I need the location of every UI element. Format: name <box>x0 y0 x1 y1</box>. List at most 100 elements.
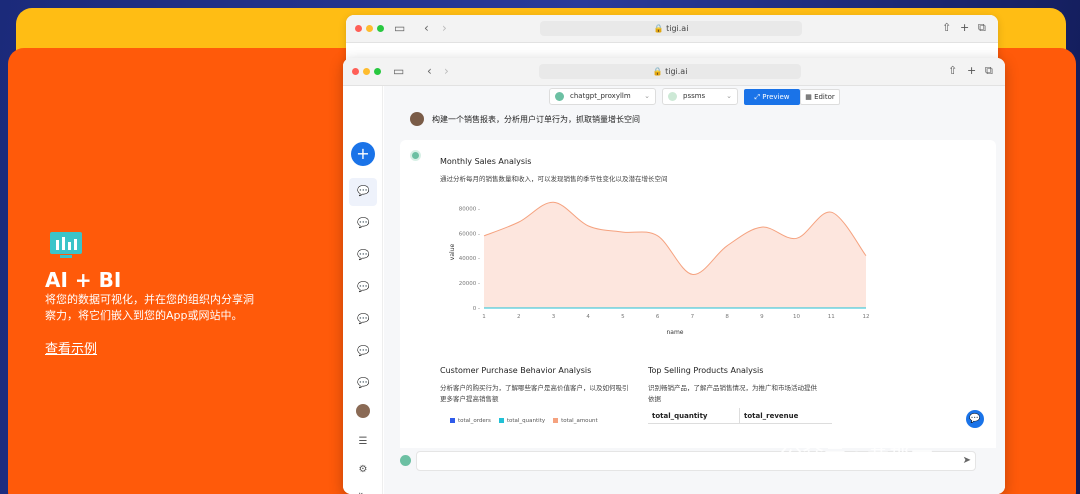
database-select-label: pssms <box>683 92 706 100</box>
x-tick-label: 10 <box>793 314 800 320</box>
menu-icon[interactable]: ☰ <box>357 436 369 448</box>
url-text: tigi.ai <box>665 67 688 76</box>
x-tick-label: 3 <box>552 314 556 320</box>
legend-label: total_quantity <box>506 418 546 424</box>
x-axis-label: name <box>666 329 683 336</box>
toolbar: chatgpt_proxyllm ⌄ pssms ⌄ ⤢ Preview ▦ E… <box>384 88 1005 108</box>
back-icon[interactable]: ‹ <box>427 64 432 78</box>
top-products-title: Top Selling Products Analysis <box>648 366 764 375</box>
close-dot[interactable] <box>355 25 362 32</box>
legend-label: total_orders <box>458 418 491 424</box>
customer-legend: total_orders total_quantity total_amount <box>450 418 598 424</box>
watermark: 公众号 · 赛那云 <box>780 442 933 467</box>
back-icon[interactable]: ‹ <box>424 21 429 35</box>
view-example-link[interactable]: 查看示例 <box>45 338 97 357</box>
bi-chart-icon <box>50 232 82 258</box>
table-header-quantity[interactable]: total_quantity <box>648 408 740 424</box>
hero-description: 将您的数据可视化，并在您的组织内分享洞察力，将它们嵌入到您的App或网站中。 <box>45 293 254 322</box>
chat-icon[interactable]: 💬 <box>357 378 369 390</box>
chevron-down-icon: ⌄ <box>644 92 650 100</box>
x-tick-label: 6 <box>656 314 660 320</box>
browser-window: ▭ ‹ › 🔒 tigi.ai ⇧ + ⧉ + 💬 💬 💬 💬 💬 💬 💬 ☰ … <box>343 58 1005 494</box>
sidebar: + 💬 💬 💬 💬 💬 💬 💬 ☰ ⚙ ⇤ <box>343 86 383 494</box>
url-bar[interactable]: 🔒 tigi.ai <box>539 64 801 79</box>
chat-icon[interactable]: 💬 <box>357 218 369 230</box>
minimize-dot[interactable] <box>366 25 373 32</box>
table-header-revenue[interactable]: total_revenue <box>740 408 832 424</box>
chevron-down-icon: ⌄ <box>726 92 732 100</box>
preview-label: Preview <box>762 93 790 101</box>
new-tab-icon[interactable]: + <box>960 21 969 34</box>
x-tick-label: 1 <box>482 314 486 320</box>
chat-icon[interactable]: 💬 <box>357 346 369 358</box>
sidebar-toggle-icon[interactable]: ▭ <box>393 64 404 78</box>
legend-label: total_amount <box>561 418 598 424</box>
x-tick-label: 8 <box>725 314 729 320</box>
forward-icon[interactable]: › <box>442 21 447 35</box>
database-select[interactable]: pssms ⌄ <box>662 88 738 105</box>
forward-icon[interactable]: › <box>444 64 449 78</box>
tabs-icon[interactable]: ⧉ <box>978 21 986 35</box>
x-tick-label: 9 <box>760 314 764 320</box>
new-tab-icon[interactable]: + <box>967 64 976 77</box>
monthly-sales-chart: 0 -20000 -40000 -60000 -80000 -1 2 3 4 5 6 7 8 9… <box>449 201 870 336</box>
editor-button[interactable]: ▦ Editor <box>800 89 840 105</box>
tabs-icon[interactable]: ⧉ <box>985 64 993 78</box>
collapse-icon[interactable]: ⇤ <box>357 490 369 494</box>
y-tick-label: 20000 - <box>459 281 480 287</box>
model-icon <box>555 92 564 101</box>
top-products-description: 识别畅销产品，了解产品销售情况，为推广和市场活动提供依据 <box>648 384 817 403</box>
minimize-dot[interactable] <box>363 68 370 75</box>
settings-icon[interactable]: ⚙ <box>357 464 369 476</box>
share-icon[interactable]: ⇧ <box>942 21 951 34</box>
y-tick-label: 80000 - <box>459 206 480 212</box>
legend-item[interactable]: total_quantity <box>498 418 546 424</box>
hero-title: AI + BI <box>45 268 122 292</box>
chat-icon[interactable]: 💬 <box>357 314 369 326</box>
bot-icon <box>410 150 421 161</box>
chat-icon[interactable]: 💬 <box>357 186 369 198</box>
y-tick-label: 60000 - <box>459 231 480 237</box>
maximize-dot[interactable] <box>374 68 381 75</box>
back-url-bar[interactable]: 🔒 tigi.ai <box>540 21 802 36</box>
x-tick-label: 4 <box>586 314 590 320</box>
send-icon[interactable]: ➤ <box>963 455 971 466</box>
model-select-label: chatgpt_proxyllm <box>570 92 631 100</box>
chat-float-button[interactable]: 💬 <box>966 410 984 428</box>
chat-icon[interactable]: 💬 <box>357 282 369 294</box>
database-icon <box>668 92 677 101</box>
model-select[interactable]: chatgpt_proxyllm ⌄ <box>549 88 656 105</box>
report-card: Monthly Sales Analysis 通过分析每月的销售数量和收入，可以… <box>400 140 996 485</box>
user-avatar[interactable] <box>356 404 370 418</box>
bot-icon <box>400 455 411 466</box>
monthly-description: 通过分析每月的销售数量和收入，可以发现销售的季节性变化以及潜在增长空间 <box>440 175 668 183</box>
x-tick-label: 11 <box>828 314 835 320</box>
area-fill <box>484 202 866 308</box>
monthly-title: Monthly Sales Analysis <box>440 157 532 166</box>
maximize-dot[interactable] <box>377 25 384 32</box>
y-tick-label: 40000 - <box>459 256 480 262</box>
user-avatar <box>410 112 424 126</box>
customer-title: Customer Purchase Behavior Analysis <box>440 366 592 375</box>
x-tick-label: 12 <box>863 314 870 320</box>
url-text: tigi.ai <box>666 24 689 33</box>
new-chat-button[interactable]: + <box>351 142 375 166</box>
legend-item[interactable]: total_orders <box>450 418 491 424</box>
back-title-bar: ▭ ‹ › 🔒 tigi.ai ⇧ + ⧉ <box>346 15 998 43</box>
preview-button[interactable]: ⤢ Preview <box>744 89 800 105</box>
y-tick-label: 0 - <box>473 306 480 312</box>
main-area: chatgpt_proxyllm ⌄ pssms ⌄ ⤢ Preview ▦ E… <box>384 86 1005 494</box>
share-icon[interactable]: ⇧ <box>948 64 957 77</box>
legend-item[interactable]: total_amount <box>553 418 598 424</box>
x-tick-label: 7 <box>691 314 695 320</box>
editor-label: Editor <box>814 93 835 101</box>
x-tick-label: 2 <box>517 314 521 320</box>
y-axis-label: value <box>449 243 456 260</box>
close-dot[interactable] <box>352 68 359 75</box>
chat-icon[interactable]: 💬 <box>357 250 369 262</box>
prompt-text: 构建一个销售报表，分析用户订单行为，抓取销量增长空间 <box>432 115 640 124</box>
sidebar-toggle-icon[interactable]: ▭ <box>394 21 405 35</box>
title-bar: ▭ ‹ › 🔒 tigi.ai ⇧ + ⧉ <box>343 58 1005 86</box>
x-tick-label: 5 <box>621 314 625 320</box>
customer-description: 分析客户的购买行为，了解哪些客户是高价值客户，以及如何吸引更多客户提高销售额 <box>440 384 629 403</box>
